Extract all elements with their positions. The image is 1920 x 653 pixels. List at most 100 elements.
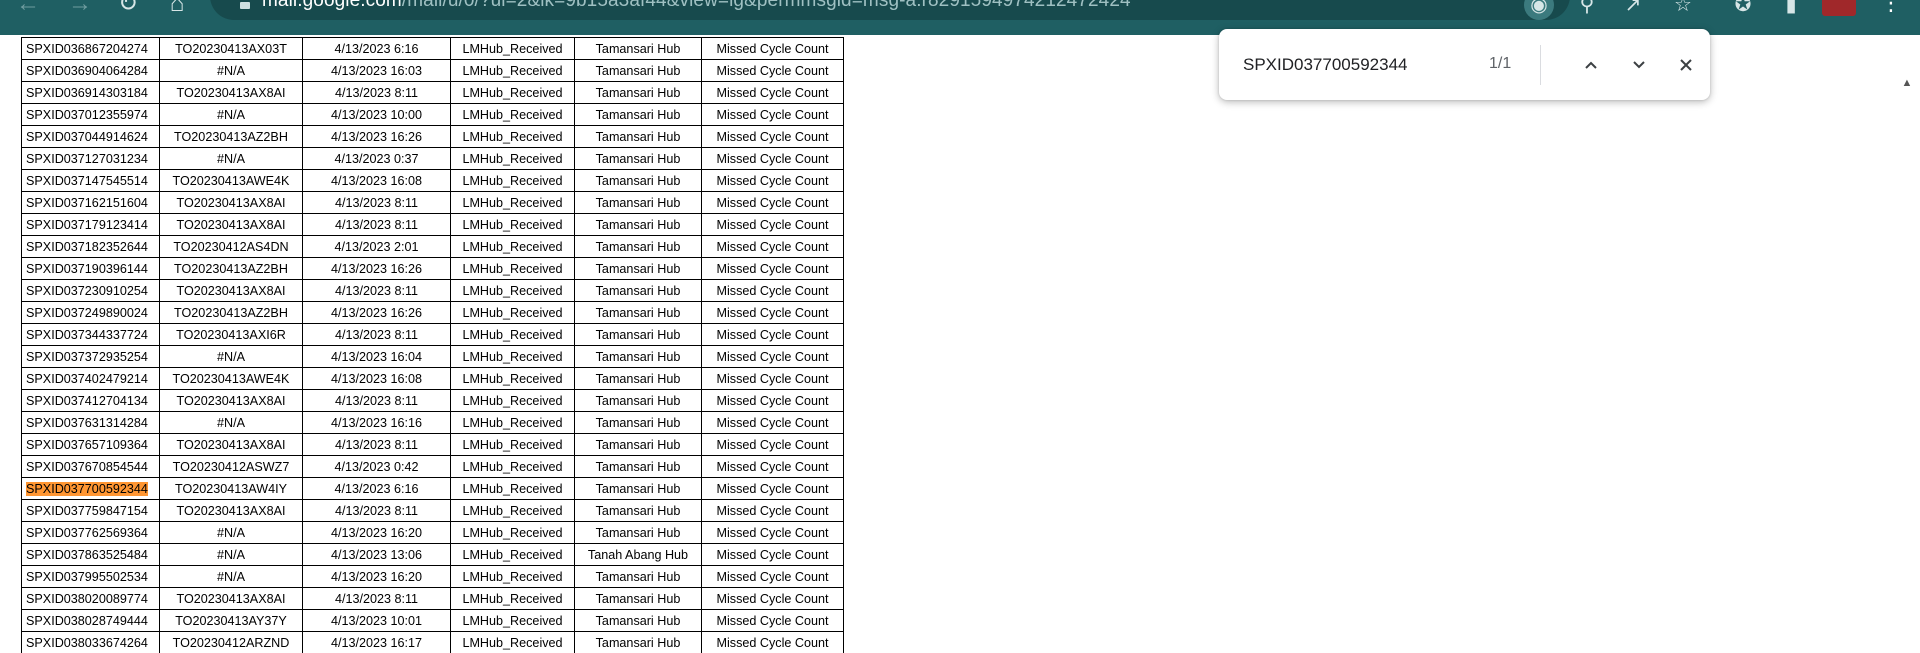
- table-cell: 4/13/2023 0:42: [302, 455, 451, 478]
- table-cell: TO20230413AZ2BH: [159, 301, 303, 324]
- email-print-view: SPXID036867204274 TO20230413AX03T 4/13/202…: [0, 35, 1920, 653]
- table-cell: 4/13/2023 8:11: [302, 499, 451, 522]
- table-cell: LMHub_Received: [450, 609, 575, 632]
- table-cell: Tamansari Hub: [574, 191, 702, 214]
- table-cell: LMHub_Received: [450, 279, 575, 302]
- profile-avatar[interactable]: [1822, 0, 1856, 16]
- table-cell: 4/13/2023 8:11: [302, 587, 451, 610]
- table-cell: TO20230413AZ2BH: [159, 125, 303, 148]
- table-cell: SPXID038033674264: [21, 631, 160, 653]
- table-cell: Tamansari Hub: [574, 169, 702, 192]
- table-cell: Missed Cycle Count: [701, 389, 844, 412]
- back-icon[interactable]: ←: [14, 0, 42, 18]
- table-cell: Missed Cycle Count: [701, 279, 844, 302]
- table-cell: TO20230413AWE4K: [159, 367, 303, 390]
- table-cell: SPXID037657109364: [21, 433, 160, 456]
- table-cell: LMHub_Received: [450, 631, 575, 653]
- table-cell: Missed Cycle Count: [701, 367, 844, 390]
- table-cell: TO20230413AX8AI: [159, 499, 303, 522]
- table-cell: Missed Cycle Count: [701, 345, 844, 368]
- share-icon[interactable]: ↗: [1618, 0, 1648, 20]
- table-cell: 4/13/2023 16:16: [302, 411, 451, 434]
- table-cell: Tamansari Hub: [574, 213, 702, 236]
- table-cell: Missed Cycle Count: [701, 411, 844, 434]
- table-cell: 4/13/2023 16:08: [302, 367, 451, 390]
- close-icon[interactable]: [1670, 49, 1702, 81]
- table-cell: SPXID037162151604: [21, 191, 160, 214]
- previous-match-icon[interactable]: [1575, 49, 1607, 81]
- table-cell: Missed Cycle Count: [701, 169, 844, 192]
- table-cell: Missed Cycle Count: [701, 499, 844, 522]
- lock-icon[interactable]: [240, 2, 250, 9]
- table-cell: LMHub_Received: [450, 103, 575, 126]
- table-cell: Tamansari Hub: [574, 477, 702, 500]
- table-cell: TO20230412AS4DN: [159, 235, 303, 258]
- find-match-count: 1/1: [1489, 55, 1512, 72]
- table-cell: 4/13/2023 16:20: [302, 521, 451, 544]
- table-cell: Missed Cycle Count: [701, 103, 844, 126]
- table-cell: Tanah Abang Hub: [574, 543, 702, 566]
- table-body: SPXID036867204274 TO20230413AX03T 4/13/202…: [21, 37, 844, 653]
- table-cell: SPXID038028749444: [21, 609, 160, 632]
- table-cell: LMHub_Received: [450, 169, 575, 192]
- table-cell: Missed Cycle Count: [701, 543, 844, 566]
- table-cell: 4/13/2023 16:17: [302, 631, 451, 653]
- table-cell: LMHub_Received: [450, 367, 575, 390]
- table-row: SPXID037995502534 #N/A 4/13/2023 16:20 LMHu…: [21, 565, 844, 588]
- home-icon[interactable]: ⌂: [163, 0, 191, 18]
- table-row: SPXID036904064284 #N/A 4/13/2023 16:03 LMHu…: [21, 59, 844, 82]
- scroll-up-icon[interactable]: ▲: [1900, 77, 1914, 91]
- next-match-icon[interactable]: [1623, 49, 1655, 81]
- zoom-icon[interactable]: ⚲: [1572, 0, 1602, 20]
- table-cell: SPXID036914303184: [21, 81, 160, 104]
- table-cell: SPXID037631314284: [21, 411, 160, 434]
- table-cell: SPXID037412704134: [21, 389, 160, 412]
- table-row: SPXID037179123414 TO20230413AX8AI 4/13/202…: [21, 213, 844, 236]
- table-cell: Tamansari Hub: [574, 235, 702, 258]
- table-row: SPXID037249890024 TO20230413AZ2BH 4/13/202…: [21, 301, 844, 324]
- table-cell: SPXID036867204274: [21, 37, 160, 60]
- table-cell: 4/13/2023 6:16: [302, 477, 451, 500]
- find-input[interactable]: [1243, 53, 1453, 77]
- table-row: SPXID037344337724 TO20230413AXI6R 4/13/202…: [21, 323, 844, 346]
- table-cell: 4/13/2023 8:11: [302, 213, 451, 236]
- table-row: SPXID036914303184 TO20230413AX8AI 4/13/202…: [21, 81, 844, 104]
- table-cell: SPXID037372935254: [21, 345, 160, 368]
- table-cell: Missed Cycle Count: [701, 37, 844, 60]
- table-cell: 4/13/2023 16:08: [302, 169, 451, 192]
- table-row: SPXID037657109364 TO20230413AX8AI 4/13/202…: [21, 433, 844, 456]
- sidepanel-icon[interactable]: ▮: [1776, 0, 1806, 20]
- table-row: SPXID037230910254 TO20230413AX8AI 4/13/202…: [21, 279, 844, 302]
- reload-icon[interactable]: ↻: [114, 0, 142, 18]
- table-cell: LMHub_Received: [450, 411, 575, 434]
- extensions-icon[interactable]: ✪: [1728, 0, 1758, 20]
- table-cell: #N/A: [159, 59, 303, 82]
- table-cell: Tamansari Hub: [574, 499, 702, 522]
- table-cell: TO20230412ARZND: [159, 631, 303, 653]
- table-cell: SPXID037179123414: [21, 213, 160, 236]
- table-cell: SPXID037044914624: [21, 125, 160, 148]
- table-row: SPXID037182352644 TO20230412AS4DN 4/13/202…: [21, 235, 844, 258]
- table-cell: TO20230413AX8AI: [159, 81, 303, 104]
- bookmark-star-icon[interactable]: ☆: [1668, 0, 1698, 20]
- url-text[interactable]: mail.google.com/mail/u/0/?ui=2&ik=9b15a3…: [262, 0, 1131, 12]
- table-cell: SPXID037190396144: [21, 257, 160, 280]
- table-cell: Missed Cycle Count: [701, 631, 844, 653]
- table-cell: SPXID036904064284: [21, 59, 160, 82]
- table-cell: #N/A: [159, 543, 303, 566]
- table-cell: Missed Cycle Count: [701, 521, 844, 544]
- table-cell: LMHub_Received: [450, 565, 575, 588]
- table-cell: 4/13/2023 8:11: [302, 323, 451, 346]
- menu-icon[interactable]: ⋮: [1880, 0, 1902, 16]
- table-cell: Tamansari Hub: [574, 433, 702, 456]
- table-cell: LMHub_Received: [450, 587, 575, 610]
- find-divider: [1540, 45, 1541, 85]
- table-cell: Tamansari Hub: [574, 103, 702, 126]
- table-row: SPXID037700592344 TO20230413AW4IY 4/13/202…: [21, 477, 844, 500]
- forward-icon[interactable]: →: [66, 0, 94, 18]
- table-cell: LMHub_Received: [450, 301, 575, 324]
- table-cell: 4/13/2023 13:06: [302, 543, 451, 566]
- table-cell: TO20230413AZ2BH: [159, 257, 303, 280]
- table-cell: 4/13/2023 16:03: [302, 59, 451, 82]
- table-cell: SPXID037759847154: [21, 499, 160, 522]
